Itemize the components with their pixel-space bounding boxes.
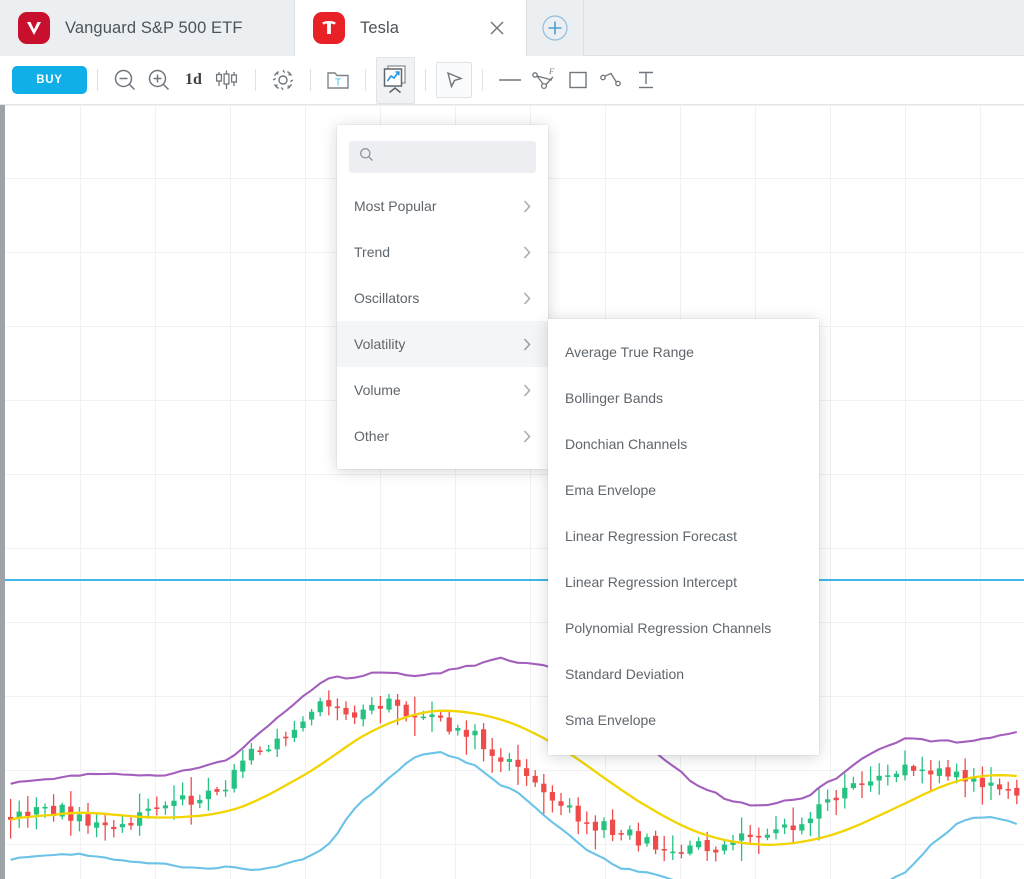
menu-item-label: Oscillators [354, 290, 420, 306]
rectangle-icon[interactable] [561, 63, 595, 97]
menu-item-label: Volume [354, 382, 401, 398]
toolbar-divider [254, 69, 256, 91]
polyline-icon[interactable] [595, 63, 629, 97]
submenu-item[interactable]: Average True Range [548, 329, 819, 375]
new-tab-button[interactable] [527, 0, 583, 56]
cursor-arrow-icon[interactable] [435, 62, 472, 98]
tab-bar: Vanguard S&P 500 ETF Tesla [0, 0, 1024, 56]
tab-bar-filler [583, 0, 1024, 55]
submenu-item[interactable]: Ema Envelope [548, 467, 819, 513]
submenu-item[interactable]: Linear Regression Forecast [548, 513, 819, 559]
chart-vertical-scrollbar[interactable] [0, 105, 5, 879]
search-input[interactable] [382, 149, 526, 165]
tab-label: Vanguard S&P 500 ETF [65, 18, 243, 37]
zoom-in-icon[interactable] [142, 63, 176, 97]
chart-toolbar: BUY 1d T F [0, 56, 1024, 105]
menu-search-wrap [337, 133, 548, 183]
toolbar-divider [481, 69, 483, 91]
submenu-item[interactable]: Donchian Channels [548, 421, 819, 467]
menu-item-volume[interactable]: Volume [337, 367, 548, 413]
menu-item-label: Volatility [354, 336, 406, 352]
menu-item-trend[interactable]: Trend [337, 229, 548, 275]
timeframe-selector[interactable]: 1d [176, 71, 211, 89]
menu-item-label: Trend [354, 244, 391, 260]
tesla-logo-icon [313, 12, 345, 44]
submenu-item[interactable]: Sma Envelope [548, 697, 819, 743]
chevron-right-icon [522, 383, 532, 398]
indicators-button[interactable] [375, 56, 415, 104]
gear-icon[interactable] [266, 63, 300, 97]
chevron-right-icon [522, 291, 532, 306]
svg-text:T: T [335, 78, 341, 89]
menu-item-other[interactable]: Other [337, 413, 548, 459]
candlestick-icon[interactable] [211, 63, 245, 97]
svg-text:F: F [548, 66, 555, 76]
chevron-up-icon [386, 83, 404, 101]
menu-item-oscillators[interactable]: Oscillators [337, 275, 548, 321]
menu-item-most-popular[interactable]: Most Popular [337, 183, 548, 229]
submenu-item[interactable]: Linear Regression Intercept [548, 559, 819, 605]
vanguard-logo-icon [18, 12, 50, 44]
toolbar-divider [364, 69, 366, 91]
chevron-right-icon [522, 245, 532, 260]
tab-vanguard[interactable]: Vanguard S&P 500 ETF [0, 0, 295, 56]
volatility-indicator-submenu[interactable]: Average True Range Bollinger Bands Donch… [548, 319, 819, 755]
indicator-category-menu[interactable]: Most Popular Trend Oscillators Volatilit… [337, 125, 548, 469]
close-icon[interactable] [486, 17, 508, 39]
menu-item-volatility[interactable]: Volatility [337, 321, 548, 367]
current-price-line [0, 579, 1024, 581]
fibonacci-icon[interactable]: F [527, 63, 561, 97]
toolbar-divider [309, 69, 311, 91]
chevron-right-icon [522, 199, 532, 214]
submenu-item[interactable]: Polynomial Regression Channels [548, 605, 819, 651]
search-icon [359, 147, 374, 167]
menu-item-label: Other [354, 428, 390, 444]
chevron-right-icon [522, 429, 532, 444]
menu-item-label: Most Popular [354, 198, 437, 214]
submenu-item[interactable]: Bollinger Bands [548, 375, 819, 421]
text-tool-icon[interactable] [629, 63, 663, 97]
search-field[interactable] [349, 141, 536, 173]
trend-line-icon[interactable] [493, 63, 527, 97]
tab-tesla[interactable]: Tesla [295, 0, 527, 56]
submenu-item[interactable]: Standard Deviation [548, 651, 819, 697]
tab-label: Tesla [360, 18, 400, 37]
toolbar-divider [97, 69, 98, 91]
zoom-out-icon[interactable] [108, 63, 142, 97]
chevron-right-icon [522, 337, 532, 352]
toolbar-divider [424, 69, 426, 91]
folder-template-icon[interactable]: T [321, 63, 355, 97]
buy-button[interactable]: BUY [12, 66, 87, 94]
